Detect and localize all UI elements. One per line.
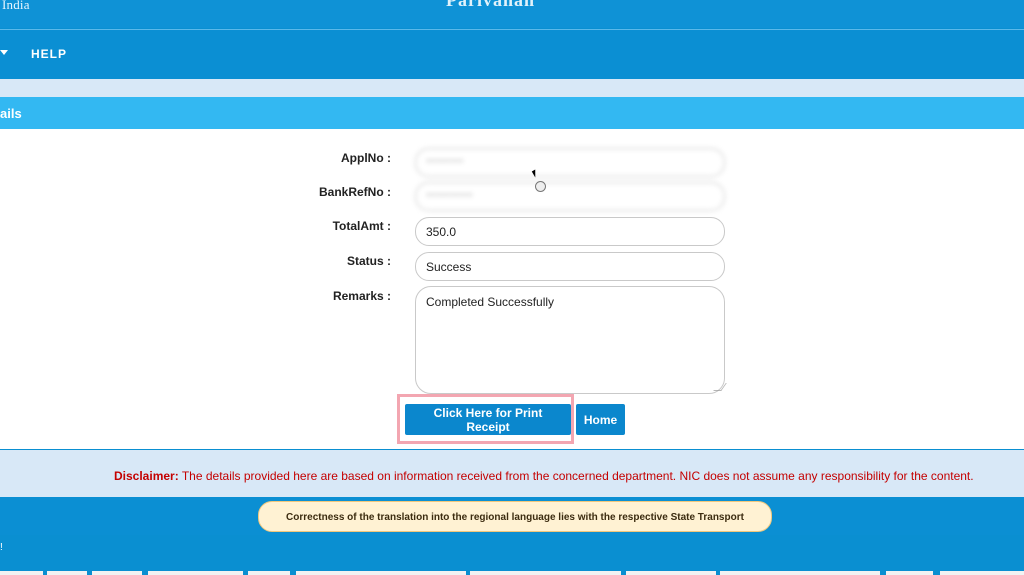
nav-help-link[interactable]: HELP	[31, 47, 67, 61]
disclaimer-text: Disclaimer: The details provided here ar…	[114, 469, 974, 483]
disclaimer-label: Disclaimer:	[114, 469, 179, 483]
bottom-link-11[interactable]	[940, 571, 1024, 575]
totalamt-label: TotalAmt :	[332, 219, 391, 233]
remarks-label: Remarks :	[332, 289, 391, 303]
section-header: ails	[0, 97, 1024, 129]
nav-dropdown-icon[interactable]	[0, 50, 8, 55]
footer-mark: !	[0, 542, 3, 553]
home-button[interactable]: Home	[576, 404, 625, 435]
busy-cursor-icon	[535, 181, 546, 192]
bottom-link-7[interactable]	[470, 571, 621, 575]
bottom-link-5[interactable]	[248, 571, 290, 575]
bottom-link-1[interactable]	[0, 571, 43, 575]
status-input[interactable]	[415, 252, 725, 281]
bottom-link-2[interactable]	[47, 571, 87, 575]
bankrefno-input[interactable]	[415, 182, 725, 211]
print-receipt-button[interactable]: Click Here for Print Receipt	[405, 404, 571, 435]
disclaimer-bar: Disclaimer: The details provided here ar…	[0, 450, 1024, 497]
bottom-link-10[interactable]	[886, 571, 933, 575]
bottom-footer	[0, 536, 1024, 575]
status-label: Status :	[346, 254, 391, 268]
brand-text: India	[2, 0, 30, 12]
remarks-textarea[interactable]: Completed Successfully	[415, 286, 725, 394]
disclaimer-message: The details provided here are based on i…	[181, 469, 974, 483]
bottom-link-8[interactable]	[626, 571, 716, 575]
totalamt-input[interactable]	[415, 217, 725, 246]
applno-input[interactable]	[415, 148, 725, 177]
site-logo: Parivahan	[446, 0, 536, 10]
bankrefno-label: BankRefNo :	[318, 185, 391, 199]
subheader-gap	[0, 79, 1024, 97]
top-header: India Parivahan	[0, 0, 1024, 28]
bottom-link-3[interactable]	[92, 571, 142, 575]
applno-label: ApplNo :	[341, 151, 391, 165]
bottom-link-6[interactable]	[296, 571, 466, 575]
section-title: ails	[0, 106, 22, 121]
bottom-link-9[interactable]	[720, 571, 880, 575]
bottom-link-4[interactable]	[148, 571, 243, 575]
main-navigation: HELP	[0, 29, 1024, 79]
translation-notice: Correctness of the translation into the …	[258, 501, 772, 554]
